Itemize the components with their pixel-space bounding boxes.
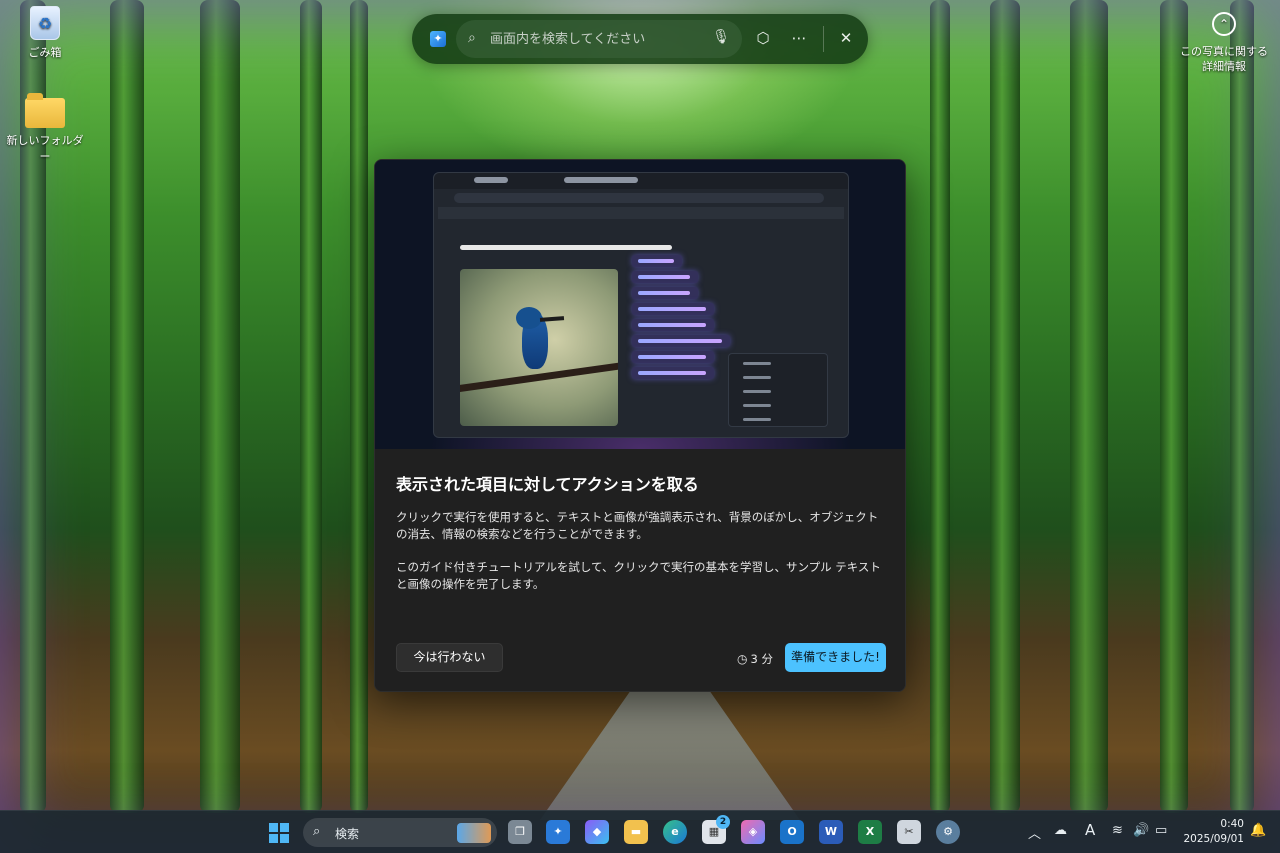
bird-head-shape: [516, 307, 542, 329]
search-highlight-image: [457, 823, 491, 843]
folder-icon: [25, 93, 65, 128]
menu-line: [743, 418, 771, 421]
taskbar-search-label: 検索: [335, 827, 360, 841]
copilot-icon[interactable]: ◆: [585, 820, 609, 844]
illustration-tab-strip: [434, 173, 848, 189]
clock-time: 0:40: [1220, 818, 1244, 830]
bamboo-stalk: [990, 0, 1020, 813]
highlight-row: [632, 255, 682, 267]
system-clock[interactable]: 0:40 2025/09/01: [1182, 817, 1244, 847]
bamboo-stalk: [300, 0, 322, 813]
tutorial-dialog: 表示された項目に対してアクションを取る クリックで実行を使用すると、テキストと画…: [374, 159, 906, 692]
dialog-instructions: このガイド付きチュートリアルを試して、クリックで実行の基本を学習し、サンプル テ…: [396, 560, 881, 591]
bamboo-stalk: [1160, 0, 1188, 813]
bamboo-stalk: [1230, 0, 1254, 813]
duration-label: 3 分: [750, 652, 773, 666]
not-now-button[interactable]: 今は行わない: [396, 643, 503, 672]
desktop-icon-label: ごみ箱: [28, 46, 62, 59]
screen-search-input[interactable]: [490, 29, 710, 49]
file-explorer-icon[interactable]: ▬: [624, 820, 648, 844]
task-view-icon[interactable]: ❐: [508, 820, 532, 844]
bamboo-stalk: [200, 0, 240, 813]
clock-icon: ◷: [737, 652, 748, 666]
highlight-row: [632, 319, 714, 331]
highlight-row: [632, 335, 730, 347]
info-ring-icon: ⌃: [1212, 12, 1236, 36]
m365-icon[interactable]: ◈: [741, 820, 765, 844]
outlook-icon[interactable]: O: [780, 820, 804, 844]
snipping-tool-icon[interactable]: ✂: [897, 820, 921, 844]
menu-line: [743, 404, 771, 407]
taskbar: ⌕ 検索 ❐ ✦ ◆ ▬ e ▦ 2 ◈ O W X ✂ ⚙ ︿ ☁ A ≋ 🔊…: [0, 810, 1280, 853]
menu-line: [743, 390, 771, 393]
bamboo-stalk: [350, 0, 368, 813]
photo-info-button[interactable]: ⌃ この写真に関する詳細情報: [1176, 12, 1272, 74]
bamboo-stalk: [930, 0, 950, 813]
illustration-heading-line: [460, 245, 672, 250]
desktop-icon-label: 新しいフォルダー: [6, 134, 84, 163]
store-notification-badge: 2: [716, 815, 730, 829]
cube-icon[interactable]: ⬡: [752, 29, 774, 47]
microphone-icon[interactable]: 🎙: [712, 29, 730, 45]
illustration-address-bar: [454, 193, 824, 203]
bamboo-stalk: [110, 0, 144, 813]
volume-icon[interactable]: 🔊: [1133, 823, 1149, 838]
illustration-browser-window: [433, 172, 849, 438]
ime-indicator[interactable]: A: [1085, 821, 1095, 839]
bird-beak-shape: [539, 316, 565, 322]
illustration-tab: [474, 177, 508, 183]
battery-icon[interactable]: ▭: [1155, 823, 1167, 838]
highlight-row: [632, 271, 698, 283]
photo-info-label: この写真に関する詳細情報: [1180, 45, 1268, 73]
toolbar-separator: [823, 26, 824, 52]
copilot-app-icon[interactable]: ✦: [546, 820, 570, 844]
desktop-icon-recycle-bin[interactable]: ごみ箱: [5, 6, 85, 60]
excel-icon[interactable]: X: [858, 820, 882, 844]
dialog-description: クリックで実行を使用すると、テキストと画像が強調表示され、背景のぼかし、オブジェ…: [396, 510, 879, 541]
ready-button[interactable]: 準備できました!: [785, 643, 886, 672]
illustration-kingfisher-photo: [460, 269, 618, 426]
wifi-icon[interactable]: ≋: [1112, 823, 1123, 838]
close-icon[interactable]: ✕: [835, 29, 857, 47]
dialog-hero-illustration: [375, 160, 905, 449]
menu-line: [743, 362, 771, 365]
highlight-row: [632, 351, 714, 363]
bamboo-stalk: [1070, 0, 1108, 813]
notification-bell-icon[interactable]: 🔔: [1250, 823, 1266, 838]
search-icon: ⌕: [468, 30, 476, 46]
show-hidden-icons-chevron-icon[interactable]: ︿: [1028, 823, 1041, 842]
recycle-bin-icon: [30, 6, 60, 40]
illustration-context-menu: [728, 353, 828, 427]
more-icon[interactable]: ⋯: [788, 29, 810, 47]
illustration-tab: [564, 177, 638, 183]
edge-browser-icon[interactable]: e: [663, 820, 687, 844]
duration-indicator: ◷ 3 分: [737, 651, 773, 667]
onedrive-cloud-icon[interactable]: ☁: [1054, 823, 1067, 838]
taskbar-search-box[interactable]: ⌕ 検索: [303, 818, 497, 847]
highlight-row: [632, 303, 714, 315]
desktop-icon-new-folder[interactable]: 新しいフォルダー: [5, 93, 85, 164]
menu-line: [743, 376, 771, 379]
settings-gear-icon[interactable]: ⚙: [936, 820, 960, 844]
illustration-toolbar: [438, 207, 844, 219]
search-icon: ⌕: [313, 824, 321, 839]
dialog-title: 表示された項目に対してアクションを取る: [396, 475, 699, 494]
stone-path: [540, 690, 800, 820]
click-to-do-search-bar: ✦ ⌕ 🎙 ⬡ ⋯ ✕: [412, 14, 868, 64]
word-icon[interactable]: W: [819, 820, 843, 844]
clock-date: 2025/09/01: [1183, 833, 1244, 845]
screen-search-field[interactable]: ⌕ 🎙: [456, 20, 742, 58]
copilot-logo-icon[interactable]: ✦: [430, 31, 446, 47]
dialog-content: 表示された項目に対してアクションを取る クリックで実行を使用すると、テキストと画…: [375, 449, 905, 691]
start-button[interactable]: [269, 823, 289, 843]
highlight-row: [632, 367, 714, 379]
highlight-row: [632, 287, 698, 299]
